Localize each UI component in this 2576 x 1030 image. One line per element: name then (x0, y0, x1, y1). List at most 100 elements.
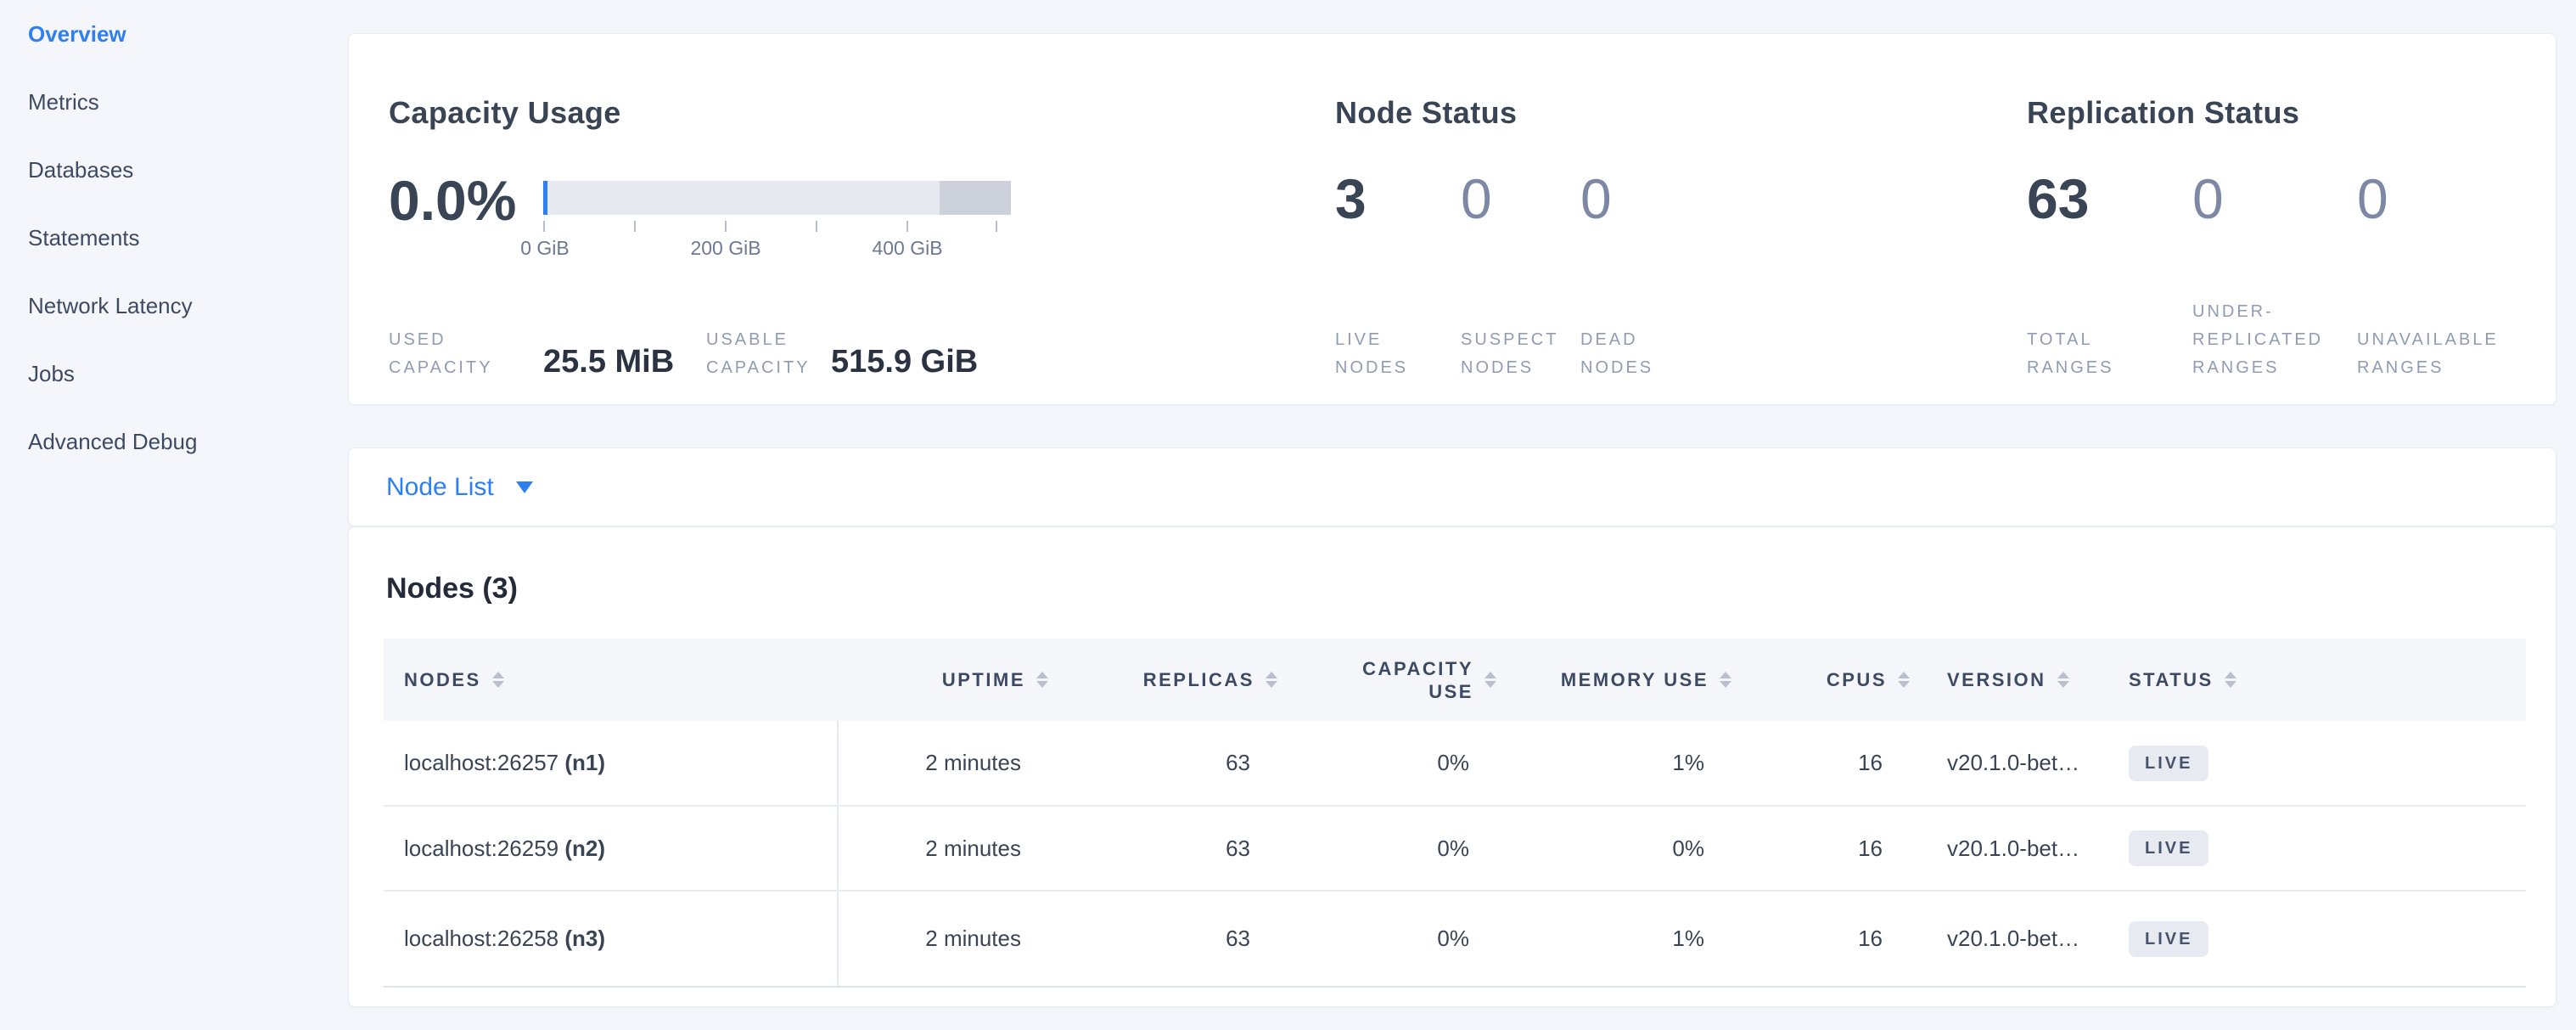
memory-use-cell: 0% (1501, 806, 1737, 891)
cpus-cell: 16 (1737, 721, 1915, 806)
axis-tick-label: 200 GiB (690, 237, 760, 260)
sidebar-item-overview[interactable]: Overview (28, 0, 334, 68)
sidebar-item-metrics[interactable]: Metrics (28, 68, 334, 136)
version-cell: v20.1.0-bet… (1915, 806, 2102, 891)
column-header-status[interactable]: STATUS (2102, 639, 2526, 721)
nodes-table-card: Nodes (3) NODES UPTIME RE (348, 526, 2556, 1007)
axis-tick (906, 221, 908, 232)
live-nodes-count: 3 (1335, 168, 1367, 230)
uptime-cell: 2 minutes (838, 721, 1053, 806)
version-cell: v20.1.0-bet… (1915, 721, 2102, 806)
sidebar-item-advanced-debug[interactable]: Advanced Debug (28, 408, 334, 476)
nodes-table: NODES UPTIME REPLICAS CAPACITY USE (384, 639, 2526, 988)
usable-capacity-label: USABLE CAPACITY (706, 326, 811, 382)
column-header-memory-use[interactable]: MEMORY USE (1501, 639, 1737, 721)
under-replicated-ranges-label: UNDER- REPLICATED RANGES (2192, 298, 2323, 382)
nodes-table-title: Nodes (3) (386, 572, 518, 605)
replicas-cell: 63 (1053, 806, 1282, 891)
axis-tick-label: 0 GiB (520, 237, 570, 260)
suspect-nodes-count: 0 (1461, 168, 1492, 230)
sidebar: Overview Metrics Databases Statements Ne… (28, 0, 334, 476)
cpus-cell: 16 (1737, 891, 1915, 987)
sort-icon[interactable] (2225, 672, 2236, 688)
capacity-used-percent: 0.0% (389, 168, 516, 233)
used-capacity-value: 25.5 MiB (543, 344, 674, 380)
dead-nodes-count: 0 (1580, 168, 1612, 230)
table-row-node-n1[interactable]: localhost:26257 (n1) 2 minutes 63 0% 1% … (384, 721, 2526, 806)
memory-use-cell: 1% (1501, 891, 1737, 987)
status-badge: LIVE (2129, 746, 2208, 781)
total-ranges-label: TOTAL RANGES (2027, 326, 2113, 382)
capacity-gauge-reserved-segment (940, 181, 1011, 215)
column-header-uptime[interactable]: UPTIME (838, 639, 1053, 721)
column-header-capacity-use[interactable]: CAPACITY USE (1282, 639, 1501, 721)
axis-tick (996, 221, 997, 232)
sidebar-item-databases[interactable]: Databases (28, 136, 334, 204)
capacity-usage-panel: Capacity Usage 0.0% 0 GiB 200 GiB 400 Gi… (389, 34, 1335, 404)
node-address-cell: localhost:26259 (n2) (384, 806, 838, 891)
column-header-version[interactable]: VERSION (1915, 639, 2102, 721)
status-badge: LIVE (2129, 830, 2208, 866)
suspect-nodes-label: SUSPECT NODES (1461, 326, 1558, 382)
table-header-row: NODES UPTIME REPLICAS CAPACITY USE (384, 639, 2526, 721)
capacity-use-cell: 0% (1282, 891, 1501, 987)
node-list-dropdown-label: Node List (386, 473, 494, 502)
replicas-cell: 63 (1053, 891, 1282, 987)
sort-icon[interactable] (1898, 672, 1910, 688)
sort-icon[interactable] (1036, 672, 1048, 688)
cockroachdb-overview-page: Overview Metrics Databases Statements Ne… (0, 0, 2576, 1030)
usable-capacity-value: 515.9 GiB (831, 344, 978, 380)
version-cell: v20.1.0-bet… (1915, 891, 2102, 987)
sort-icon[interactable] (492, 672, 504, 688)
sort-icon[interactable] (1720, 672, 1731, 688)
node-status-title: Node Status (1335, 95, 1517, 131)
status-badge: LIVE (2129, 921, 2208, 957)
status-cell: LIVE (2102, 806, 2526, 891)
used-capacity-label: USED CAPACITY (389, 326, 493, 382)
status-cell: LIVE (2102, 891, 2526, 987)
under-replicated-ranges-count: 0 (2192, 168, 2224, 230)
axis-tick-label: 400 GiB (872, 237, 942, 260)
node-list-dropdown[interactable]: Node List (386, 473, 533, 502)
replicas-cell: 63 (1053, 721, 1282, 806)
axis-tick (816, 221, 817, 232)
cluster-summary-card: Capacity Usage 0.0% 0 GiB 200 GiB 400 Gi… (348, 33, 2556, 405)
node-address-cell: localhost:26258 (n3) (384, 891, 838, 987)
view-selector-card: Node List (348, 447, 2556, 526)
cpus-cell: 16 (1737, 806, 1915, 891)
sidebar-item-network-latency[interactable]: Network Latency (28, 272, 334, 340)
dead-nodes-label: DEAD NODES (1580, 326, 1653, 382)
status-cell: LIVE (2102, 721, 2526, 806)
replication-status-title: Replication Status (2027, 95, 2299, 131)
unavailable-ranges-label: UNAVAILABLE RANGES (2357, 326, 2499, 382)
uptime-cell: 2 minutes (838, 891, 1053, 987)
axis-tick (634, 221, 636, 232)
axis-tick (725, 221, 727, 232)
capacity-gauge-track (543, 181, 1011, 215)
sidebar-item-statements[interactable]: Statements (28, 204, 334, 272)
sort-icon[interactable] (1484, 672, 1496, 688)
capacity-gauge-used-marker (543, 181, 547, 215)
capacity-usage-title: Capacity Usage (389, 95, 621, 131)
chevron-down-icon (516, 481, 533, 493)
column-header-cpus[interactable]: CPUS (1737, 639, 1915, 721)
node-address-cell: localhost:26257 (n1) (384, 721, 838, 806)
uptime-cell: 2 minutes (838, 806, 1053, 891)
column-header-replicas[interactable]: REPLICAS (1053, 639, 1282, 721)
unavailable-ranges-count: 0 (2357, 168, 2388, 230)
memory-use-cell: 1% (1501, 721, 1737, 806)
column-header-nodes[interactable]: NODES (384, 639, 838, 721)
replication-status-panel: Replication Status 63 0 0 TOTAL RANGES U… (2027, 34, 2549, 404)
capacity-gauge: 0 GiB 200 GiB 400 GiB (543, 181, 1011, 274)
sidebar-item-jobs[interactable]: Jobs (28, 340, 334, 408)
total-ranges-count: 63 (2027, 168, 2089, 230)
axis-tick (543, 221, 545, 232)
live-nodes-label: LIVE NODES (1335, 326, 1408, 382)
sort-icon[interactable] (2057, 672, 2069, 688)
table-row-node-n3[interactable]: localhost:26258 (n3) 2 minutes 63 0% 1% … (384, 891, 2526, 987)
capacity-use-cell: 0% (1282, 721, 1501, 806)
capacity-use-cell: 0% (1282, 806, 1501, 891)
table-row-node-n2[interactable]: localhost:26259 (n2) 2 minutes 63 0% 0% … (384, 806, 2526, 891)
sort-icon[interactable] (1266, 672, 1277, 688)
node-status-panel: Node Status 3 0 0 LIVE NODES SUSPECT NOD… (1335, 34, 2014, 404)
